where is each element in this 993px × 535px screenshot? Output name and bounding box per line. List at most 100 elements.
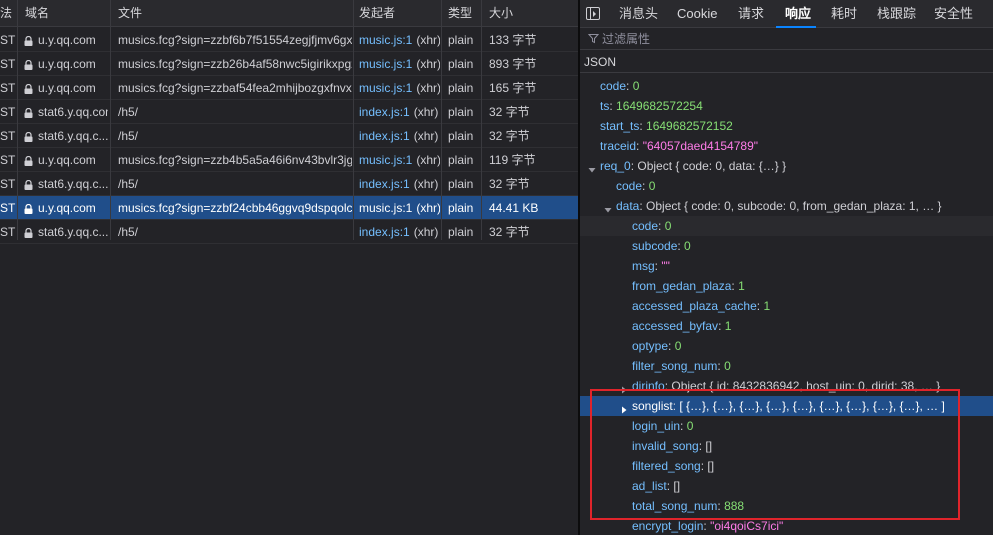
json-key: msg [632,259,655,273]
domain-text: stat6.y.qq.c... [38,177,108,191]
json-value: [] [705,439,713,453]
lock-icon [24,174,33,190]
domain-cell: stat6.y.qq.c... [24,220,108,244]
json-line: login_uin: 0 [632,419,694,433]
json-row-filtered-song[interactable]: filtered_song: [] [580,456,993,476]
table-row[interactable]: ST stat6.y.qq.com/h5/index.js:1 (xhr) plain… [0,100,578,124]
json-line: traceid: "64057daed4154789" [600,139,759,153]
json-row-code[interactable]: code: 0 [580,216,993,236]
column-header-file[interactable]: 文件 [118,0,348,27]
table-row[interactable]: ST u.y.qq.com musics.fcg?sign=zzb4b5a5a46i… [0,148,578,172]
json-key: filtered_song [632,459,701,473]
lock-icon [24,222,33,238]
json-row-accessed-byfav[interactable]: accessed_byfav: 1 [580,316,993,336]
json-row-filter-song-num[interactable]: filter_song_num: 0 [580,356,993,376]
column-header-initiator[interactable]: 发起者 [359,0,439,27]
json-key: accessed_plaza_cache [632,299,757,313]
json-row-login-uin[interactable]: login_uin: 0 [580,416,993,436]
collapsed-arrow-icon[interactable] [619,381,629,394]
file-cell: /h5/ [118,105,139,119]
json-line: encrypt_login: "oi4qoiCs7ici" [632,519,784,533]
initiator-link[interactable]: music.js:1 [359,201,412,215]
domain-text: stat6.y.qq.com [38,105,108,119]
json-key: dirinfo [632,379,665,393]
initiator-link[interactable]: index.js:1 [359,129,410,143]
table-row[interactable]: ST stat6.y.qq.c... /h5/index.js:1 (xhr) plai… [0,220,578,244]
json-value: 0 [724,359,731,373]
expanded-arrow-icon[interactable] [603,201,613,213]
method-cell: ST [0,153,16,167]
initiator-link[interactable]: music.js:1 [359,153,412,167]
details-tabs: 消息头 Cookie 请求 响应 耗时 栈跟踪 安全性 [580,0,993,28]
json-row-start-ts[interactable]: start_ts: 1649682572152 [580,116,993,136]
json-row-from-gedan-plaza[interactable]: from_gedan_plaza: 1 [580,276,993,296]
tab-security[interactable]: 安全性 [934,0,973,28]
json-row-msg[interactable]: msg: "" [580,256,993,276]
column-header-method[interactable]: 法 [0,0,17,27]
tab-timings[interactable]: 耗时 [831,0,857,28]
size-cell: 32 字节 [489,177,530,191]
filter-properties-input[interactable] [602,28,982,49]
json-row-subcode[interactable]: subcode: 0 [580,236,993,256]
type-cell: plain [448,57,474,71]
json-line: start_ts: 1649682572152 [600,119,733,133]
file-cell: musics.fcg?sign=zzbf24cbb46ggvq9dspqolcl [118,201,352,215]
json-row-encrypt-login[interactable]: encrypt_login: "oi4qoiCs7ici" [580,516,993,535]
json-row-code[interactable]: code: 0 [580,76,993,96]
json-row-dirinfo[interactable]: dirinfo: Object { id: 8432836942, host_u… [580,376,993,396]
filter-bar [580,28,993,50]
tab-cookies[interactable]: Cookie [677,0,717,28]
size-cell: 44.41 KB [489,201,539,215]
table-row[interactable]: ST u.y.qq.com musics.fcg?sign=zzbf6b7f5155… [0,28,578,52]
initiator-cell: index.js:1 (xhr) [359,172,440,196]
table-row[interactable]: ST u.y.qq.com musics.fcg?sign=zzb26b4af58n… [0,52,578,76]
initiator-cell: music.js:1 (xhr) [359,52,440,76]
table-row[interactable]: ST stat6.y.qq.c... /h5/index.js:1 (xhr) plai… [0,172,578,196]
json-row-total-song-num[interactable]: total_song_num: 888 [580,496,993,516]
table-row[interactable]: ST u.y.qq.com musics.fcg?sign=zzbf24cbb46g… [0,196,578,220]
json-line: accessed_byfav: 1 [632,319,732,333]
column-header-size[interactable]: 大小 [489,0,569,27]
column-header-domain[interactable]: 域名 [25,0,110,27]
expanded-arrow-icon[interactable] [587,161,597,173]
initiator-link[interactable]: music.js:1 [359,81,412,95]
json-line: filtered_song: [] [632,459,715,473]
tab-response[interactable]: 响应 [776,0,816,28]
json-row-req-0[interactable]: req_0: Object { code: 0, data: {…} } [580,156,993,176]
domain-text: stat6.y.qq.c... [38,129,108,143]
initiator-link[interactable]: index.js:1 [359,225,410,239]
type-cell: plain [448,33,474,47]
json-line: songlist: [ {…}, {…}, {…}, {…}, {…}, {…}… [632,399,945,413]
initiator-type: (xhr) [416,33,440,47]
tab-request[interactable]: 请求 [738,0,764,28]
json-row-data[interactable]: data: Object { code: 0, subcode: 0, from… [580,196,993,216]
json-row-songlist[interactable]: songlist: [ {…}, {…}, {…}, {…}, {…}, {…}… [580,396,993,416]
json-value: 0 [684,239,691,253]
json-row-invalid-song[interactable]: invalid_song: [] [580,436,993,456]
json-value: 0 [674,339,682,353]
json-row-accessed-plaza-cache[interactable]: accessed_plaza_cache: 1 [580,296,993,316]
domain-cell: u.y.qq.com [24,76,108,100]
json-key: login_uin [632,419,681,433]
initiator-link[interactable]: index.js:1 [359,177,410,191]
tab-headers[interactable]: 消息头 [619,0,658,28]
json-row-ad-list[interactable]: ad_list: [] [580,476,993,496]
file-cell: /h5/ [118,225,139,239]
json-value: [] [673,479,681,493]
table-row[interactable]: ST stat6.y.qq.c... /h5/index.js:1 (xhr) plai… [0,124,578,148]
table-row[interactable]: ST u.y.qq.com musics.fcg?sign=zzbaf54fea2m… [0,76,578,100]
toggle-panel-icon[interactable] [586,7,600,20]
collapsed-arrow-icon[interactable] [619,401,629,414]
tab-stack-trace[interactable]: 栈跟踪 [877,0,916,28]
json-row-code[interactable]: code: 0 [580,176,993,196]
json-key: ad_list [632,479,667,493]
initiator-link[interactable]: index.js:1 [359,105,410,119]
json-row-optype[interactable]: optype: 0 [580,336,993,356]
json-row-ts[interactable]: ts: 1649682572254 [580,96,993,116]
column-header-type[interactable]: 类型 [448,0,480,27]
size-cell: 133 字节 [489,33,537,47]
initiator-link[interactable]: music.js:1 [359,33,412,47]
json-row-traceid[interactable]: traceid: "64057daed4154789" [580,136,993,156]
type-cell: plain [448,81,474,95]
initiator-link[interactable]: music.js:1 [359,57,412,71]
